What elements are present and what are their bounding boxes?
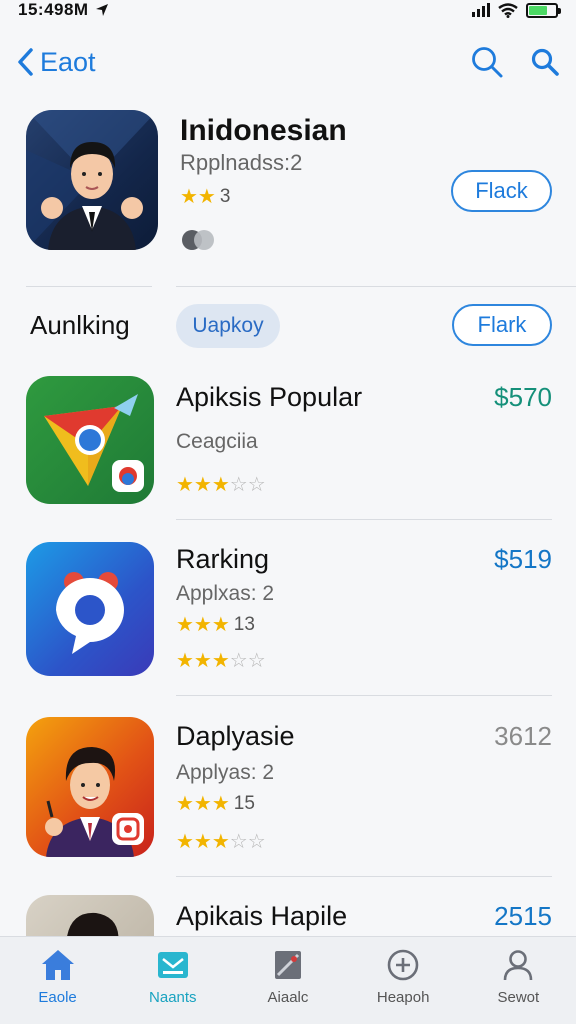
rating-stars: ★★ (180, 186, 216, 208)
app-rating-primary: ★★★ 13 (176, 612, 255, 637)
app-icon-chat (26, 542, 154, 676)
app-title: Apikais Hapile (176, 901, 348, 931)
list-item[interactable]: Apiksis Popular $570 Ceagciia ★★★☆☆ (26, 376, 552, 506)
search-icon[interactable] (470, 45, 504, 79)
rating-stars: ★★★☆☆ (176, 831, 266, 853)
navigation-bar: Eaot (0, 38, 576, 86)
location-arrow-icon (95, 4, 108, 16)
add-circle-icon (387, 949, 419, 981)
section-header: Aunlking Uapkoy Flark (30, 302, 552, 348)
tab-profile[interactable]: Sewot (468, 947, 568, 1006)
app-icon-browser (26, 376, 154, 504)
tab-label: Eaole (38, 989, 77, 1006)
tab-label: Heapoh (376, 989, 430, 1006)
back-button[interactable]: Eaot (16, 47, 96, 78)
app-rating: ★★★☆☆ (176, 472, 266, 497)
back-label: Eaot (40, 46, 96, 77)
tab-games[interactable]: Aiaalc (238, 947, 338, 1006)
app-subtitle: Ceagciia (176, 430, 258, 453)
app-title: Daplyasie (176, 721, 295, 751)
section-action-button[interactable]: Flark (452, 304, 552, 346)
list-item[interactable]: Apikais Hapile 2515 (26, 895, 552, 936)
cellular-signal-icon (472, 3, 490, 17)
tab-label: Aiaalc (267, 989, 309, 1006)
featured-app-icon (26, 110, 158, 250)
app-subtitle: Applxas: 2 (176, 582, 275, 605)
app-price[interactable]: $519 (494, 544, 552, 575)
app-title: Rarking (176, 544, 270, 574)
app-rating: ★★★☆☆ (176, 829, 266, 854)
list-item[interactable]: Daplyasie 3612 Applyas: 2 ★★★ 15 ★★★☆☆ (26, 717, 552, 857)
rating-stars: ★★★☆☆ (176, 650, 266, 672)
chevron-left-icon (18, 48, 33, 76)
status-indicators (472, 2, 561, 18)
tab-bar: Eaole Naants Aiaalc Heapoh Sewot (0, 936, 576, 1024)
app-rating-primary: ★★★ 15 (176, 791, 255, 816)
tab-label: Sewot (497, 989, 540, 1006)
app-price[interactable]: 2515 (494, 901, 552, 932)
home-icon (41, 950, 74, 980)
games-icon (274, 951, 301, 979)
rating-count: 15 (233, 792, 255, 814)
tab-apps[interactable]: Naants (123, 947, 223, 1006)
app-price[interactable]: $570 (494, 382, 552, 413)
app-price[interactable]: 3612 (494, 721, 552, 752)
divider (176, 876, 552, 877)
status-time-group: 15:498M (18, 0, 109, 20)
app-title: Apiksis Popular (176, 382, 363, 412)
tab-label: Naants (149, 989, 197, 1006)
app-rating: ★★★☆☆ (176, 648, 266, 673)
status-bar: 15:498M (0, 0, 576, 20)
divider (176, 695, 552, 696)
tab-updates[interactable]: Heapoh (353, 947, 453, 1006)
person-icon (504, 950, 533, 981)
app-icon-partial (26, 895, 154, 936)
rating-stars: ★★★☆☆ (176, 474, 266, 496)
app-subtitle: Applyas: 2 (176, 761, 275, 784)
featured-app-subtitle: Rpplnadss:2 (180, 150, 303, 175)
nav-actions (470, 45, 560, 79)
featured-action-button[interactable]: Flack (451, 170, 552, 212)
featured-app-title: Inidonesian (180, 114, 347, 147)
featured-app[interactable]: Inidonesian Rpplnadss:2 ★★ 3 Flack (26, 110, 552, 250)
rating-stars: ★★★ (176, 614, 230, 636)
divider (176, 286, 576, 287)
list-item[interactable]: Rarking $519 Applxas: 2 ★★★ 13 ★★★☆☆ (26, 542, 552, 676)
section-title: Aunlking (30, 310, 130, 340)
status-time: 15:498M (18, 0, 89, 19)
divider (26, 286, 152, 287)
wifi-icon (498, 2, 518, 18)
rating-count: 13 (233, 613, 255, 635)
apps-icon (157, 952, 188, 978)
battery-icon (526, 2, 561, 18)
rating-count: 3 (219, 185, 231, 207)
tab-home[interactable]: Eaole (8, 947, 108, 1006)
search-alt-icon[interactable] (530, 47, 560, 77)
featured-app-rating: ★★ 3 (180, 184, 230, 209)
app-icon-character (26, 717, 154, 857)
rating-stars: ★★★ (176, 793, 230, 815)
filter-chip[interactable]: Uapkoy (176, 304, 280, 348)
divider (176, 519, 552, 520)
toggle-dots-icon[interactable] (180, 228, 218, 252)
